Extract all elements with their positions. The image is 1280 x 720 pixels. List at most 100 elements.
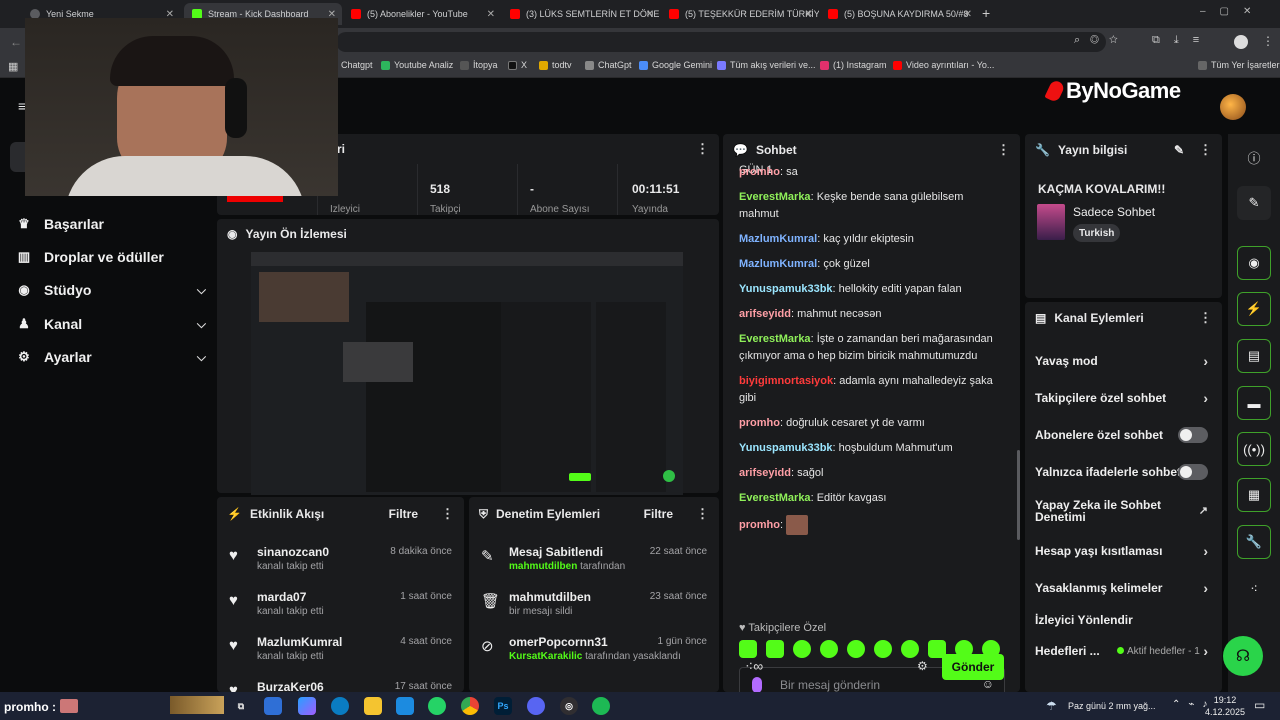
photoshop-icon[interactable]: Ps (494, 697, 512, 715)
list-item[interactable]: ♥ marda07 kanalı takip etti 1 saat önce (229, 588, 452, 632)
brand-logo[interactable]: ByNoGame (1044, 78, 1181, 104)
list-item[interactable]: 🗑 mahmutdilben bir mesajı sildi 23 saat önc… (481, 588, 707, 632)
broadcast-icon[interactable]: ((•)) (1237, 432, 1271, 466)
emote-icon[interactable] (847, 640, 865, 658)
followers-only-chat-item[interactable]: Takipçilere özel sohbet › (1035, 381, 1214, 415)
emote-only-toggle[interactable] (1178, 464, 1208, 480)
chat-message[interactable]: arifseyidd: sağol (739, 465, 1006, 482)
task-view-icon[interactable]: ⧉ (232, 697, 250, 715)
bolt-icon[interactable]: ⚡ (1237, 292, 1271, 326)
edit-icon[interactable]: ✎ (1237, 186, 1271, 220)
outlook-icon[interactable] (396, 697, 414, 715)
chat-username[interactable]: Yunuspamuk33bk (739, 442, 833, 454)
chat-message[interactable]: EverestMarka: Keşke bende sana gülebilse… (739, 189, 1006, 223)
obs-icon[interactable]: ◎ (560, 697, 578, 715)
close-icon[interactable]: ✕ (487, 9, 495, 20)
slow-mode-item[interactable]: Yavaş mod › (1035, 344, 1214, 378)
chat-scrollbar[interactable] (1017, 450, 1020, 540)
more-icon[interactable]: ⋮ (696, 141, 709, 157)
chat-message[interactable]: promho: doğruluk cesaret yt de varmı (739, 415, 1006, 432)
discord-icon[interactable] (527, 697, 545, 715)
spotify-icon[interactable] (592, 697, 610, 715)
banned-words-item[interactable]: Yasaklanmış kelimeler › (1035, 571, 1214, 605)
list-item[interactable]: ✎ Mesaj Sabitlendi mahmutdilben tarafından… (481, 543, 707, 587)
chat-username[interactable]: promho (739, 417, 780, 429)
list-item[interactable]: ♥ sinanozcan0 kanalı takip etti 8 dakika ön… (229, 543, 452, 587)
chat-username[interactable]: EverestMarka (739, 333, 811, 345)
weather-icon[interactable]: ☂ (1046, 699, 1057, 713)
subscribers-only-toggle[interactable] (1178, 427, 1208, 443)
emote-icon[interactable] (874, 640, 892, 658)
chat-username[interactable]: promho (739, 519, 780, 531)
whatsapp-icon[interactable] (428, 697, 446, 715)
close-icon[interactable]: ✕ (964, 9, 972, 20)
address-actions[interactable]: ⌕◎☆ (1074, 34, 1128, 47)
bookmark[interactable]: (1) Instagram (820, 60, 887, 70)
chat-username[interactable]: arifseyidd (739, 308, 791, 320)
chat-username[interactable]: EverestMarka (739, 492, 811, 504)
chat-message[interactable]: biyigimnortasiyok: adamla aynı mahallede… (739, 373, 1006, 407)
tab-youtube-video[interactable]: (5) BOŞUNA KAYDIRMA 50/#8 ✕ (820, 3, 978, 25)
bookmark[interactable]: Youtube Analiz (381, 60, 453, 70)
bookmark[interactable]: Tüm akış verileri ve... (717, 60, 816, 70)
store-icon[interactable] (264, 697, 282, 715)
nav-achievements[interactable]: ♛ Başarılar (16, 211, 206, 237)
list-item[interactable]: ♥ MazlumKumral kanalı takip etti 4 saat önc… (229, 633, 452, 677)
chat-username[interactable]: arifseyidd (739, 467, 791, 479)
info-icon[interactable]: ⓘ (1237, 140, 1271, 174)
all-bookmarks[interactable]: Tüm Yer İşaretleri (1198, 60, 1280, 70)
emote-icon[interactable] (901, 640, 919, 658)
chrome-icon[interactable] (461, 697, 479, 715)
bookmark[interactable]: X (508, 60, 527, 70)
more-icon[interactable]: ⋮ (1199, 142, 1212, 158)
chat-username[interactable]: promho (739, 166, 780, 178)
avatar[interactable] (1220, 94, 1246, 120)
bookmark[interactable]: Google Gemini (639, 60, 712, 70)
tab-youtube-video[interactable]: (3) LÜKS SEMTLERİN ET DÖNER ✕ (502, 3, 660, 25)
points-icon[interactable]: ⁖∞ (745, 658, 763, 675)
window-controls[interactable]: –▢✕ (1200, 6, 1265, 17)
new-tab-button[interactable]: + (982, 5, 990, 21)
edit-icon[interactable]: ✎ (1174, 143, 1184, 157)
emote-only-chat-item[interactable]: Yalnızca ifadelerle sohbet (1035, 455, 1214, 489)
emote-icon[interactable] (739, 640, 757, 658)
edge-icon[interactable] (331, 697, 349, 715)
chat-message[interactable]: Yunuspamuk33bk: hoşbuldum Mahmut'um (739, 440, 1006, 457)
chat-username[interactable]: MazlumKumral (739, 233, 817, 245)
ai-moderation-item[interactable]: Yapay Zeka ile Sohbet Denetimi ↗ (1035, 494, 1214, 528)
clock-time[interactable]: 19:12 (1208, 695, 1242, 705)
chat-username[interactable]: Yunuspamuk33bk (739, 283, 833, 295)
chat-message[interactable]: EverestMarka: Editör kavgası (739, 490, 1006, 507)
chat-username[interactable]: MazlumKumral (739, 258, 817, 270)
more-icon[interactable]: ⋮ (696, 506, 709, 522)
emote-icon[interactable] (766, 640, 784, 658)
chat-message[interactable]: Yunuspamuk33bk: hellokity editi yapan fa… (739, 281, 1006, 298)
close-icon[interactable]: ✕ (805, 9, 813, 20)
chat-username[interactable]: EverestMarka (739, 191, 811, 203)
chat-message[interactable]: EverestMarka: İşte o zamandan beri mağar… (739, 331, 1006, 365)
notification-icon[interactable]: ▭ (1254, 698, 1265, 712)
more-icon[interactable]: ⋮ (1199, 310, 1212, 326)
chat-message[interactable]: MazlumKumral: çok güzel (739, 256, 1006, 273)
bookmark[interactable]: ChatGpt (585, 60, 632, 70)
account-age-item[interactable]: Hesap yaşı kısıtlaması › (1035, 534, 1214, 568)
category-name[interactable]: Sadece Sohbet (1073, 205, 1155, 219)
raid-item[interactable]: İzleyici Yönlendir (1035, 603, 1214, 637)
nav-settings[interactable]: ⚙ Ayarlar ⌵ (16, 344, 206, 370)
apps-icon[interactable]: ⁖ (1237, 572, 1271, 606)
goals-item[interactable]: Hedefleri ... Aktif hedefler - 1 › (1035, 634, 1214, 668)
nav-drops-rewards[interactable]: ▥ Droplar ve ödüller (16, 244, 206, 270)
clock-date[interactable]: 4.12.2025 (1202, 707, 1248, 717)
chat-message[interactable]: promho: (739, 515, 1006, 535)
nav-studio[interactable]: ◉ Stüdyo ⌵ (16, 277, 206, 303)
close-icon[interactable]: ✕ (646, 9, 654, 20)
chat-icon[interactable]: ▬ (1237, 386, 1271, 420)
send-button[interactable]: Gönder (942, 654, 1004, 680)
url-input[interactable] (336, 32, 1106, 52)
wrench-icon[interactable]: 🔧 (1237, 525, 1271, 559)
chat-username[interactable]: biyigimnortasiyok (739, 375, 833, 387)
back-icon[interactable]: ← (10, 35, 22, 49)
chat-message[interactable]: promho: sa (739, 164, 1006, 181)
support-button[interactable]: ☊ (1223, 636, 1263, 676)
list-item[interactable]: ⊘ omerPopcornn31 KursatKarakilic tarafında… (481, 633, 707, 677)
